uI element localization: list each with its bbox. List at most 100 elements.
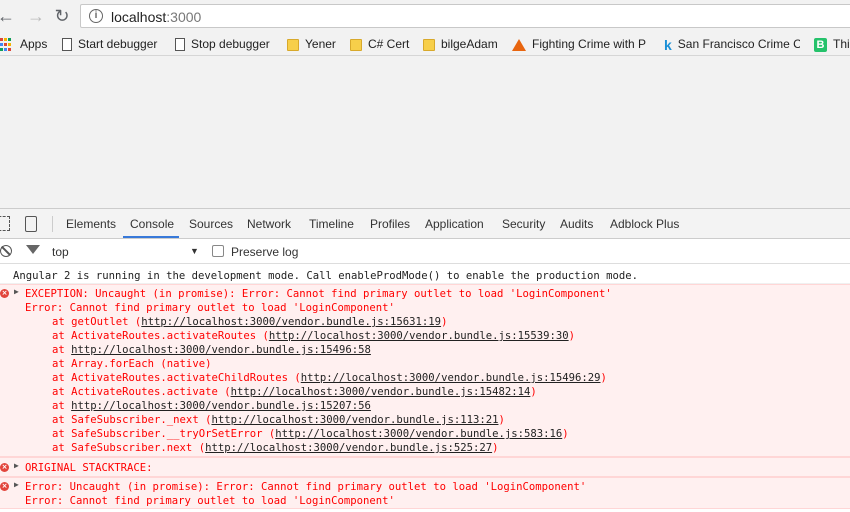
- page-icon: [62, 38, 72, 52]
- stack-frame-function: at SafeSubscriber.next (: [52, 442, 206, 454]
- stack-frame-link[interactable]: http://localhost:3000/vendor.bundle.js:5…: [205, 442, 492, 454]
- stack-frame-link[interactable]: http://localhost:3000/vendor.bundle.js:1…: [141, 316, 441, 328]
- apps-grid-icon: [0, 38, 13, 51]
- stack-frame-suffix: ): [600, 372, 607, 384]
- stack-frame-link[interactable]: http://localhost:3000/vendor.bundle.js:1…: [71, 344, 371, 356]
- stack-frame-function: at ActivateRoutes.activate (: [52, 386, 231, 398]
- bookmark-sf-crime[interactable]: k San Francisco Crime C: [664, 36, 800, 52]
- stack-frame-function: at SafeSubscriber.__tryOrSetError (: [52, 428, 276, 440]
- preserve-log-checkbox[interactable]: [212, 245, 224, 257]
- stack-frame: at SafeSubscriber._next (http://localhos…: [25, 413, 850, 427]
- stack-frame-suffix: ): [562, 428, 569, 440]
- stack-frame-function: at: [52, 400, 72, 412]
- error-text: Error: Cannot find primary outlet to loa…: [25, 495, 395, 507]
- bookmark-label: Thi: [833, 37, 850, 51]
- url-port: :3000: [166, 9, 202, 25]
- stack-frame-suffix: ): [441, 316, 448, 328]
- stack-frame-link[interactable]: http://localhost:3000/vendor.bundle.js:1…: [71, 400, 371, 412]
- browser-toolbar: ← → ↻ i localhost:3000: [0, 0, 850, 32]
- bookmark-stop-debugger[interactable]: Stop debugger: [175, 36, 270, 52]
- folder-icon: [287, 38, 299, 51]
- bookmark-fighting-crime[interactable]: Fighting Crime with P: [512, 36, 648, 52]
- forward-arrow-icon[interactable]: →: [26, 6, 46, 26]
- bookmark-label: Start debugger: [78, 37, 158, 51]
- page-icon: [175, 38, 185, 52]
- bookmark-start-debugger[interactable]: Start debugger: [62, 36, 157, 52]
- stack-frame-function: at Array.forEach (native): [52, 358, 212, 370]
- stack-frame: at http://localhost:3000/vendor.bundle.j…: [25, 399, 850, 413]
- back-arrow-icon[interactable]: ←: [0, 6, 16, 26]
- stack-frame: at SafeSubscriber.next (http://localhost…: [25, 441, 850, 455]
- stack-frame-function: at SafeSubscriber._next (: [52, 414, 212, 426]
- error-icon: ×: [0, 482, 9, 491]
- bookmark-label: Yener: [305, 37, 336, 51]
- bookmark-label: San Francisco Crime C: [677, 37, 800, 51]
- stack-frame-function: at ActivateRoutes.activateRoutes (: [52, 330, 269, 342]
- dropdown-arrow-icon[interactable]: ▼: [190, 246, 199, 256]
- stack-frame: at getOutlet (http://localhost:3000/vend…: [25, 315, 850, 329]
- bookmark-yener[interactable]: Yener: [287, 36, 336, 52]
- error-text: Error: Cannot find primary outlet to loa…: [25, 302, 395, 314]
- bookmark-label: Stop debugger: [191, 37, 270, 51]
- tab-profiles[interactable]: Profiles: [370, 217, 410, 231]
- tab-network[interactable]: Network: [247, 217, 291, 231]
- expand-triangle-icon[interactable]: ▶: [14, 461, 19, 470]
- devtools-tab-bar: Elements Console Sources Network Timelin…: [0, 209, 850, 239]
- tab-console[interactable]: Console: [130, 217, 174, 231]
- tab-timeline[interactable]: Timeline: [309, 217, 354, 231]
- stack-frame-link[interactable]: http://localhost:3000/vendor.bundle.js:1…: [211, 414, 498, 426]
- tab-separator: [52, 216, 53, 232]
- reload-icon[interactable]: ↻: [52, 6, 72, 26]
- url-text[interactable]: localhost:3000: [111, 9, 201, 25]
- filter-icon[interactable]: [26, 245, 40, 254]
- error-icon: ×: [0, 463, 9, 472]
- stack-frame: at ActivateRoutes.activateChildRoutes (h…: [25, 371, 850, 385]
- tab-application[interactable]: Application: [425, 217, 484, 231]
- inspect-element-icon[interactable]: [0, 216, 10, 231]
- tab-sources[interactable]: Sources: [189, 217, 233, 231]
- address-bar[interactable]: i localhost:3000: [80, 4, 850, 28]
- stack-frame-link[interactable]: http://localhost:3000/vendor.bundle.js:5…: [275, 428, 562, 440]
- bookmark-apps[interactable]: Apps: [0, 36, 47, 52]
- clear-console-icon[interactable]: [0, 245, 12, 257]
- console-error-message: × ▶ ORIGINAL STACKTRACE:: [0, 457, 850, 477]
- info-icon[interactable]: i: [89, 9, 103, 23]
- stack-frame-suffix: ): [568, 330, 576, 342]
- folder-icon: [423, 38, 435, 51]
- bookmark-bilgeadam[interactable]: bilgeAdam: [423, 36, 498, 52]
- console-output: Angular 2 is running in the development …: [0, 264, 850, 512]
- exception-header: EXCEPTION: Uncaught (in promise): Error:…: [25, 288, 612, 300]
- stack-frame-link[interactable]: http://localhost:3000/vendor.bundle.js:1…: [231, 386, 531, 398]
- bookmark-label: Fighting Crime with P: [532, 37, 647, 51]
- tab-adblock-plus[interactable]: Adblock Plus: [610, 217, 679, 231]
- tab-audits[interactable]: Audits: [560, 217, 593, 231]
- expand-triangle-icon[interactable]: ▶: [14, 287, 19, 296]
- stack-frame-function: at getOutlet (: [52, 316, 142, 328]
- bookmarks-bar: Apps Start debugger Stop debugger Yener …: [0, 32, 850, 56]
- device-toolbar-icon[interactable]: [25, 216, 37, 232]
- stack-frame: at SafeSubscriber.__tryOrSetError (http:…: [25, 427, 850, 441]
- tab-elements[interactable]: Elements: [66, 217, 116, 231]
- stack-frame: at ActivateRoutes.activate (http://local…: [25, 385, 850, 399]
- bookmark-thi[interactable]: B Thi: [814, 36, 850, 52]
- console-error-message: × ▶ Error: Uncaught (in promise): Error:…: [0, 477, 850, 509]
- console-info-message: Angular 2 is running in the development …: [0, 264, 850, 284]
- kaggle-icon: k: [664, 36, 672, 52]
- folder-icon: [350, 38, 362, 51]
- error-text: Error: Uncaught (in promise): Error: Can…: [25, 481, 587, 493]
- console-error-message: × ▶ EXCEPTION: Uncaught (in promise): Er…: [0, 284, 850, 457]
- preserve-log-label: Preserve log: [231, 245, 299, 259]
- url-host: localhost: [111, 9, 167, 25]
- matlab-icon: [512, 38, 526, 51]
- tab-security[interactable]: Security: [502, 217, 545, 231]
- devtools-panel: Elements Console Sources Network Timelin…: [0, 208, 850, 511]
- stack-frame: at Array.forEach (native): [25, 357, 850, 371]
- bookmark-csharp-cert[interactable]: C# Cert: [350, 36, 409, 52]
- stack-frame-suffix: ): [498, 414, 505, 426]
- stack-frame-link[interactable]: http://localhost:3000/vendor.bundle.js:1…: [269, 330, 569, 342]
- stack-frame-function: at ActivateRoutes.activateChildRoutes (: [52, 372, 301, 384]
- expand-triangle-icon[interactable]: ▶: [14, 480, 19, 489]
- error-text: ORIGINAL STACKTRACE:: [25, 462, 153, 474]
- context-selector[interactable]: top: [52, 245, 69, 259]
- stack-frame-link[interactable]: http://localhost:3000/vendor.bundle.js:1…: [301, 372, 601, 384]
